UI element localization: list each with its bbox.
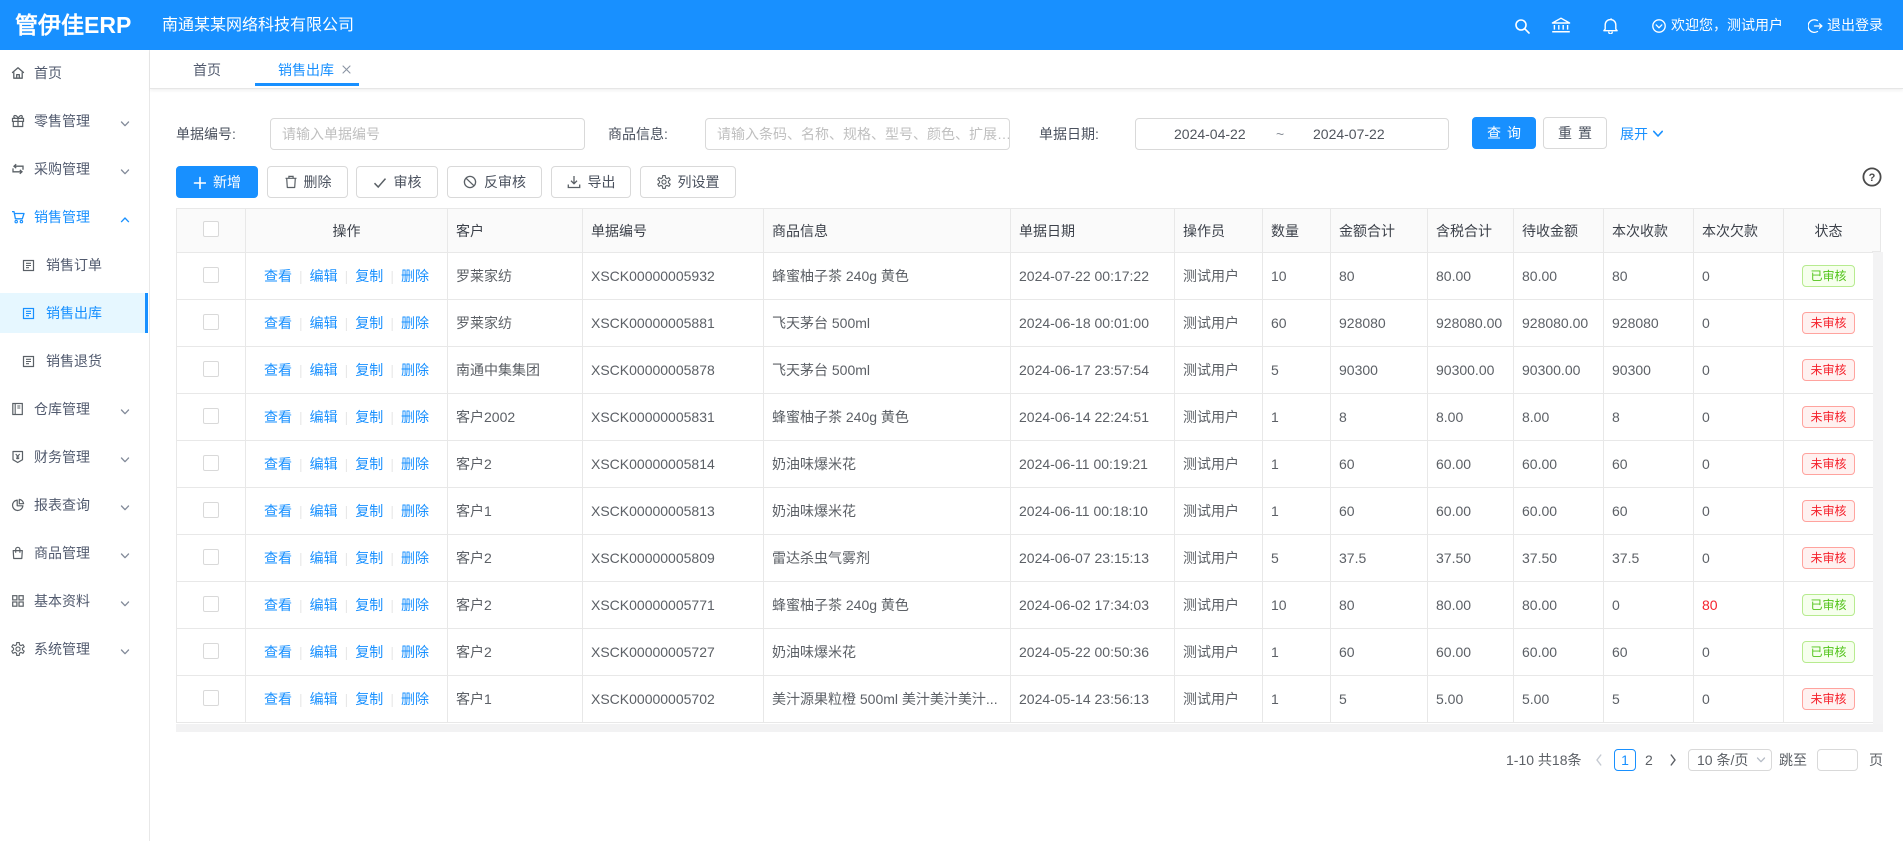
svg-text:?: ? (1869, 172, 1876, 184)
